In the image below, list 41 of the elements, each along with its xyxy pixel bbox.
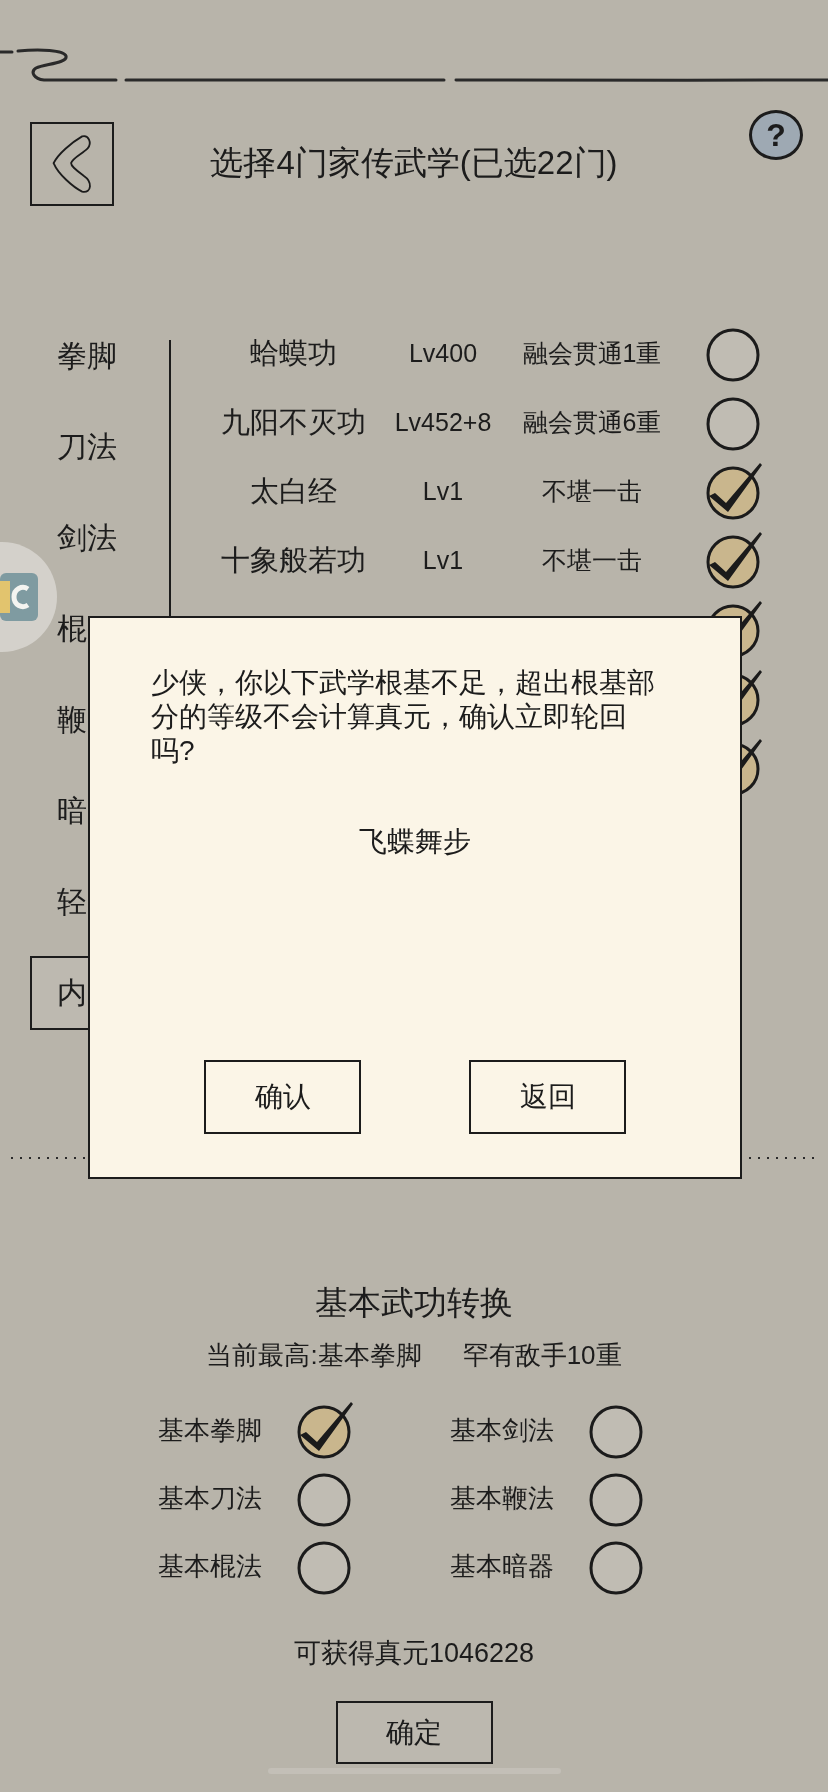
rank-text: 罕有敌手10重 (462, 1339, 622, 1372)
confirm-button[interactable]: 确定 (335, 1701, 493, 1764)
category-tab[interactable]: 刀法 (57, 426, 117, 467)
confirm-button[interactable]: 确认 (204, 1060, 361, 1134)
option-label: 基本刀法 (158, 1482, 262, 1515)
category-tab[interactable]: 轻 (57, 881, 87, 922)
skill-rank: 不堪一击 (542, 475, 642, 507)
app-tile-icon (0, 573, 38, 621)
skill-name: 十象般若功 (220, 542, 366, 578)
return-button[interactable]: 返回 (469, 1060, 626, 1134)
checkbox[interactable] (296, 1401, 354, 1459)
section-title: 基本武功转换 (315, 1283, 513, 1323)
page-title: 选择4门家传武学(已选22门) (210, 143, 618, 183)
category-tab[interactable]: 鞭 (57, 699, 87, 740)
current-highest: 当前最高:基本拳脚 (206, 1339, 422, 1372)
category-tab[interactable]: 剑法 (57, 517, 117, 558)
skill-name: 九阳不灭功 (220, 404, 366, 440)
checkbox[interactable] (705, 461, 763, 520)
option-label: 基本鞭法 (450, 1482, 554, 1515)
category-tab[interactable]: 棍 (57, 608, 87, 649)
skill-level: Lv452+8 (394, 406, 492, 438)
reward-text: 可获得真元1046228 (293, 1637, 535, 1670)
skill-rank: 融会贯通6重 (522, 406, 662, 438)
category-tab[interactable]: 拳脚 (57, 335, 117, 376)
skill-name: 蛤蟆功 (249, 335, 337, 371)
option-label: 基本棍法 (158, 1550, 262, 1583)
skill-level: Lv400 (408, 337, 478, 369)
back-button[interactable] (30, 122, 114, 206)
skill-level: Lv1 (422, 544, 464, 576)
skill-level: Lv1 (422, 475, 464, 507)
option-label: 基本剑法 (450, 1414, 554, 1447)
dialog-message: 少侠，你以下武学根基不足，超出根基部分的等级不会计算真元，确认立即轮回吗? (151, 666, 656, 768)
checkbox[interactable] (705, 530, 763, 589)
dialog-skill-name: 飞蝶舞步 (359, 825, 471, 859)
skill-rank: 融会贯通1重 (522, 337, 662, 369)
option-label: 基本拳脚 (158, 1414, 262, 1447)
help-button[interactable]: ? (749, 110, 803, 160)
skill-rank: 不堪一击 (542, 544, 642, 576)
option-label: 基本暗器 (450, 1550, 554, 1583)
skill-name: 太白经 (249, 473, 337, 509)
category-tab[interactable]: 暗 (57, 790, 87, 831)
